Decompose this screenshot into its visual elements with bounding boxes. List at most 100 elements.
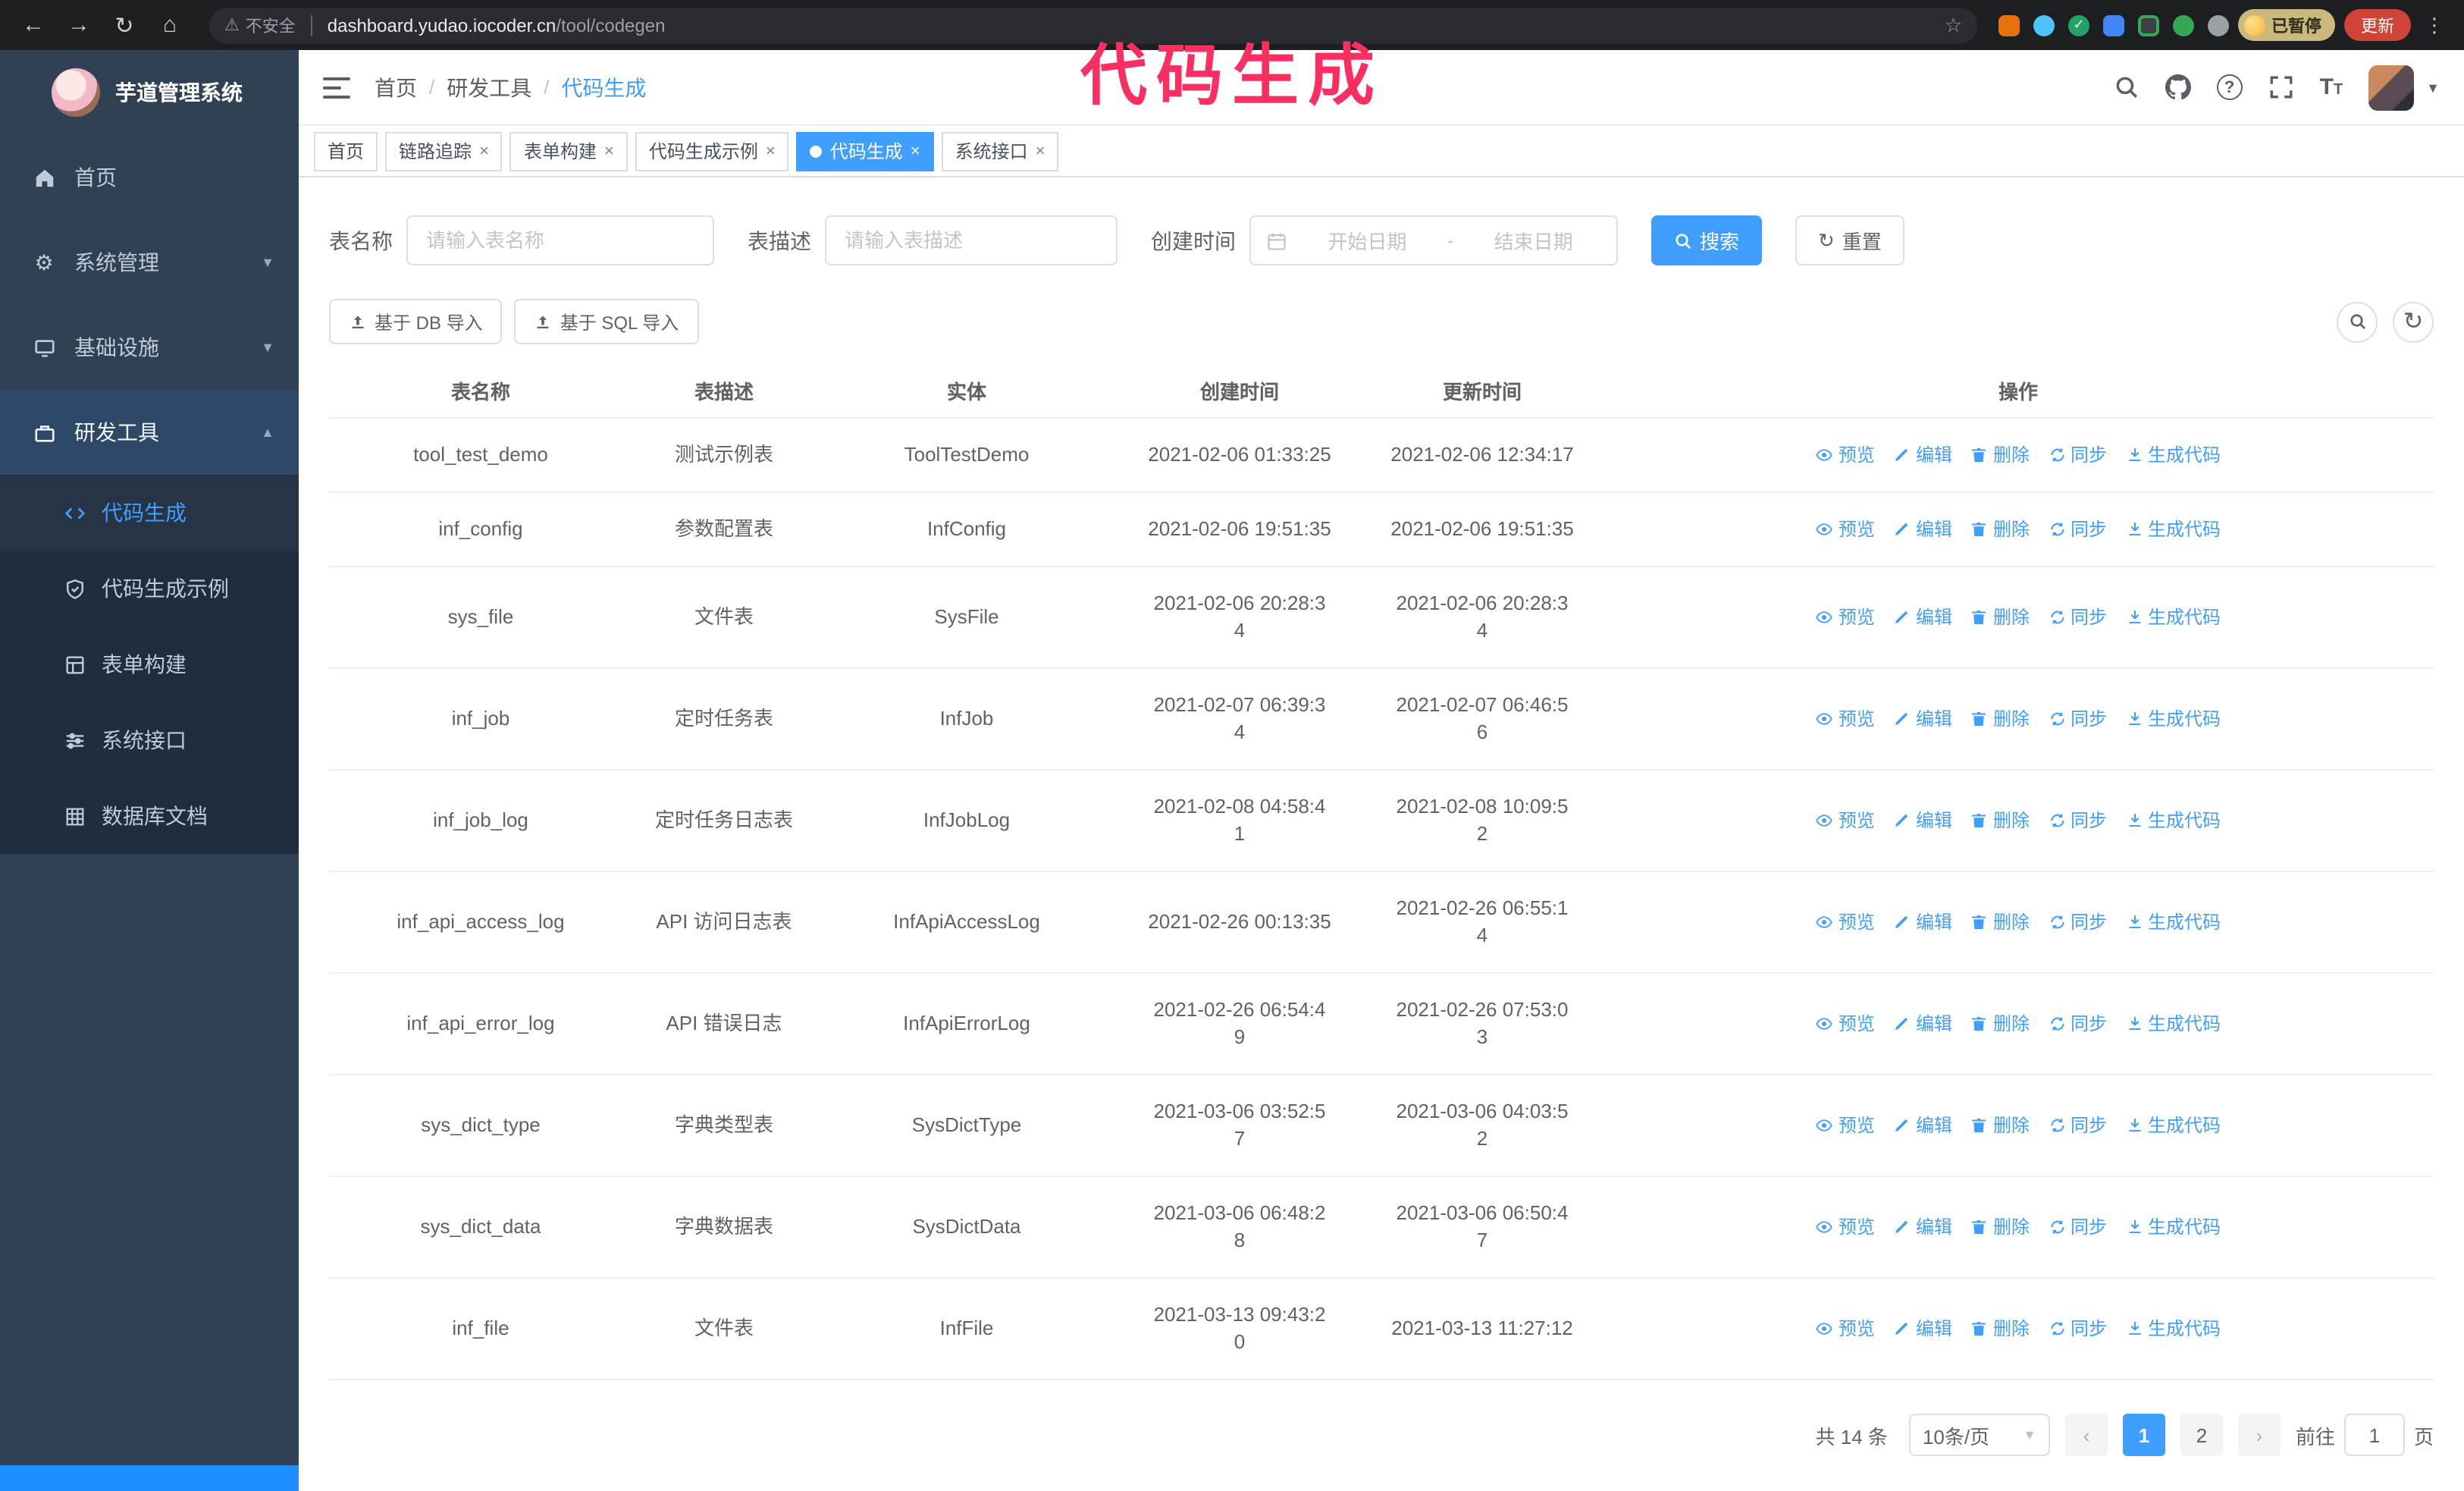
caret-down-icon[interactable]: ▼ [2426,80,2440,95]
bookmark-star-icon[interactable]: ☆ [1945,13,1962,37]
edit-link[interactable]: 编辑 [1893,1010,1952,1037]
preview-link[interactable]: 预览 [1816,909,1875,936]
sidebar-item-system[interactable]: ⚙ 系统管理 ▼ [0,220,299,305]
sidebar-item-infra[interactable]: 基础设施 ▼ [0,305,299,390]
table-row[interactable]: inf_job_log 定时任务日志表 InfJobLog 2021-02-08… [329,770,2434,872]
generate-code-link[interactable]: 生成代码 [2125,604,2221,631]
hamburger-icon[interactable] [320,71,353,104]
delete-link[interactable]: 删除 [1970,604,2030,631]
table-name-input[interactable] [406,215,714,265]
extension-icon[interactable] [1998,14,2020,36]
import-sql-button[interactable]: 基于 SQL 导入 [514,299,699,344]
tab-codegen[interactable]: 代码生成 × [796,131,934,171]
preview-link[interactable]: 预览 [1816,604,1875,631]
page-button-1[interactable]: 1 [2122,1414,2165,1456]
sync-link[interactable]: 同步 [2048,1213,2107,1241]
sidebar-item-form-builder[interactable]: 表单构建 [0,626,299,702]
address-bar[interactable]: ⚠ 不安全 dashboard.yudao.iocoder.cn /tool/c… [209,7,1977,43]
import-db-button[interactable]: 基于 DB 导入 [329,299,503,344]
edit-link[interactable]: 编辑 [1893,1213,1952,1241]
extensions-puzzle-icon[interactable] [2208,14,2229,36]
extension-icon[interactable] [2103,14,2124,36]
edit-link[interactable]: 编辑 [1893,516,1952,543]
page-size-select[interactable]: 10条/页 ▼ [1908,1414,2050,1456]
tab-system-api[interactable]: 系统接口 × [941,131,1059,171]
profile-paused-badge[interactable]: 已暂停 [2238,9,2335,41]
tab-close-icon[interactable]: × [911,142,920,160]
tab-close-icon[interactable]: × [1036,142,1045,160]
tab-link-trace[interactable]: 链路追踪 × [385,131,503,171]
table-row[interactable]: inf_api_access_log API 访问日志表 InfApiAcces… [329,871,2434,974]
generate-code-link[interactable]: 生成代码 [2125,705,2221,733]
browser-update-button[interactable]: 更新 [2344,9,2411,41]
delete-link[interactable]: 删除 [1970,441,2030,469]
preview-link[interactable]: 预览 [1816,807,1875,834]
table-row[interactable]: sys_file 文件表 SysFile 2021-02-06 20:28:3 … [329,567,2434,669]
sidebar-logo[interactable]: 芋道管理系统 [0,50,299,135]
sidebar-item-system-api[interactable]: 系统接口 [0,702,299,778]
sync-link[interactable]: 同步 [2048,516,2107,543]
extension-icon[interactable]: ✓ [2068,14,2089,36]
prev-page-button[interactable]: ‹ [2064,1414,2108,1456]
table-desc-input[interactable] [825,215,1118,265]
tab-home[interactable]: 首页 [314,131,378,171]
delete-link[interactable]: 删除 [1970,1010,2030,1037]
sync-link[interactable]: 同步 [2048,441,2107,469]
preview-link[interactable]: 预览 [1816,1112,1875,1139]
table-row[interactable]: inf_api_error_log API 错误日志 InfApiErrorLo… [329,973,2434,1075]
preview-link[interactable]: 预览 [1816,441,1875,469]
table-row[interactable]: inf_config 参数配置表 InfConfig 2021-02-06 19… [329,492,2434,567]
generate-code-link[interactable]: 生成代码 [2125,807,2221,834]
page-button-2[interactable]: 2 [2180,1414,2223,1456]
delete-link[interactable]: 删除 [1970,807,2030,834]
refresh-table-button[interactable]: ↻ [2393,301,2434,342]
sidebar-item-db-docs[interactable]: 数据库文档 [0,778,299,854]
security-warning[interactable]: ⚠ 不安全 [224,13,296,37]
preview-link[interactable]: 预览 [1816,516,1875,543]
reload-icon[interactable]: ↻ [106,7,143,43]
goto-page-input[interactable] [2343,1414,2405,1456]
edit-link[interactable]: 编辑 [1893,604,1952,631]
browser-menu-icon[interactable]: ⋮ [2420,13,2449,37]
tab-close-icon[interactable]: × [604,142,614,160]
avatar[interactable] [2368,64,2415,110]
date-range-picker[interactable]: 开始日期 - 结束日期 [1249,215,1618,265]
sidebar-item-home[interactable]: 首页 [0,135,299,220]
sync-link[interactable]: 同步 [2048,1112,2107,1139]
search-icon[interactable] [2114,74,2140,100]
table-row[interactable]: tool_test_demo 测试示例表 ToolTestDemo 2021-0… [329,418,2434,493]
github-icon[interactable] [2165,74,2191,100]
sidebar-item-codegen-demo[interactable]: 代码生成示例 [0,551,299,626]
delete-link[interactable]: 删除 [1970,705,2030,733]
font-size-icon[interactable]: TT [2320,74,2343,101]
sync-link[interactable]: 同步 [2048,807,2107,834]
generate-code-link[interactable]: 生成代码 [2125,1315,2221,1342]
generate-code-link[interactable]: 生成代码 [2125,909,2221,936]
extension-icon[interactable] [2033,14,2055,36]
generate-code-link[interactable]: 生成代码 [2125,1010,2221,1037]
table-row[interactable]: inf_file 文件表 InfFile 2021-03-13 09:43:2 … [329,1278,2434,1380]
next-page-button[interactable]: › [2237,1414,2281,1456]
edit-link[interactable]: 编辑 [1893,807,1952,834]
preview-link[interactable]: 预览 [1816,1010,1875,1037]
preview-link[interactable]: 预览 [1816,705,1875,733]
tab-codegen-demo[interactable]: 代码生成示例 × [635,131,789,171]
sidebar-item-dev-tools[interactable]: 研发工具 ▲ [0,390,299,475]
sync-link[interactable]: 同步 [2048,604,2107,631]
delete-link[interactable]: 删除 [1970,909,2030,936]
generate-code-link[interactable]: 生成代码 [2125,441,2221,469]
sidebar-item-codegen[interactable]: 代码生成 [0,475,299,551]
delete-link[interactable]: 删除 [1970,1213,2030,1241]
sync-link[interactable]: 同步 [2048,1010,2107,1037]
delete-link[interactable]: 删除 [1970,516,2030,543]
delete-link[interactable]: 删除 [1970,1315,2030,1342]
search-button[interactable]: 搜索 [1651,215,1763,265]
preview-link[interactable]: 预览 [1816,1315,1875,1342]
tab-close-icon[interactable]: × [479,142,489,160]
table-row[interactable]: sys_dict_data 字典数据表 SysDictData 2021-03-… [329,1176,2434,1279]
generate-code-link[interactable]: 生成代码 [2125,516,2221,543]
back-icon[interactable]: ← [15,7,52,43]
breadcrumb-home[interactable]: 首页 [375,72,417,102]
toggle-search-button[interactable] [2337,301,2378,342]
edit-link[interactable]: 编辑 [1893,441,1952,469]
